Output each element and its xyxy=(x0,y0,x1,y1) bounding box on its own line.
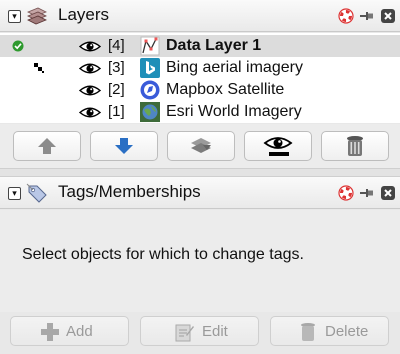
add-label: Add xyxy=(66,323,93,340)
eye-visibility-icon xyxy=(263,137,293,156)
layer-row[interactable]: [1] Esri World Imagery xyxy=(0,101,400,123)
collapse-icon[interactable]: ▾ xyxy=(8,187,21,200)
help-icon[interactable] xyxy=(338,8,354,24)
visibility-eye-icon[interactable] xyxy=(79,40,101,53)
layers-stack-icon xyxy=(27,7,47,25)
layer-index: [1] xyxy=(108,103,125,120)
pin-icon[interactable] xyxy=(359,8,375,24)
delete-layer-button[interactable] xyxy=(321,131,389,161)
delete-tag-button[interactable]: Delete xyxy=(270,316,389,346)
bing-logo-icon xyxy=(140,58,160,78)
layers-title: Layers xyxy=(58,5,110,24)
add-tag-button[interactable]: Add xyxy=(10,316,129,346)
merge-button[interactable] xyxy=(167,131,235,161)
layer-state-icon xyxy=(34,63,44,73)
toggle-visibility-button[interactable] xyxy=(244,131,312,161)
close-icon[interactable] xyxy=(380,185,396,201)
layer-index: [4] xyxy=(108,37,125,54)
layer-name: Mapbox Satellite xyxy=(166,81,285,98)
layers-titlebar: ▾ Layers xyxy=(0,0,400,32)
visibility-eye-icon[interactable] xyxy=(79,106,101,119)
move-down-button[interactable] xyxy=(90,131,158,161)
data-layer-icon xyxy=(140,36,160,56)
tags-title: Tags/Memberships xyxy=(58,182,201,201)
layer-toolbar xyxy=(0,124,400,168)
delete-label: Delete xyxy=(325,323,369,340)
collapse-icon[interactable]: ▾ xyxy=(8,10,21,23)
mapbox-logo-icon xyxy=(140,80,160,100)
layer-index: [2] xyxy=(108,81,125,98)
edit-tag-button[interactable]: Edit xyxy=(140,316,259,346)
trash-icon xyxy=(347,136,363,156)
arrow-up-icon xyxy=(38,138,56,154)
layer-name: Data Layer 1 xyxy=(166,37,262,54)
move-up-button[interactable] xyxy=(13,131,81,161)
edit-pencil-icon xyxy=(175,324,194,342)
panel-splitter[interactable] xyxy=(0,168,400,177)
tags-toolbar: Add Edit Delete xyxy=(0,312,400,354)
layer-index: [3] xyxy=(108,59,125,76)
layer-row[interactable]: [4] Data Layer 1 xyxy=(0,35,400,57)
active-layer-check-icon xyxy=(12,40,24,52)
visibility-eye-icon[interactable] xyxy=(79,62,101,75)
merge-layers-icon xyxy=(191,138,211,153)
arrow-down-icon xyxy=(115,138,133,154)
help-icon[interactable] xyxy=(338,185,354,201)
tags-empty-message: Select objects for which to change tags. xyxy=(22,246,304,263)
tags-body: Select objects for which to change tags. xyxy=(0,210,400,312)
edit-label: Edit xyxy=(202,323,228,340)
tags-titlebar: ▾ Tags/Memberships xyxy=(0,177,400,209)
layer-name: Esri World Imagery xyxy=(166,103,302,120)
trash-icon xyxy=(301,323,315,341)
tags-panel: ▾ Tags/Memberships Select objects for wh… xyxy=(0,177,400,354)
layer-list: [4] Data Layer 1 [3] Bing aerial imagery… xyxy=(0,33,400,123)
layer-row[interactable]: [3] Bing aerial imagery xyxy=(0,57,400,79)
layers-panel: ▾ Layers [4] Data Layer 1 [3] Bing aeria… xyxy=(0,0,400,168)
tag-icon xyxy=(26,183,47,203)
pin-icon[interactable] xyxy=(359,185,375,201)
close-icon[interactable] xyxy=(380,8,396,24)
esri-globe-icon xyxy=(140,102,160,122)
plus-icon xyxy=(41,323,59,341)
layer-row[interactable]: [2] Mapbox Satellite xyxy=(0,79,400,101)
layer-name: Bing aerial imagery xyxy=(166,59,303,76)
visibility-eye-icon[interactable] xyxy=(79,84,101,97)
